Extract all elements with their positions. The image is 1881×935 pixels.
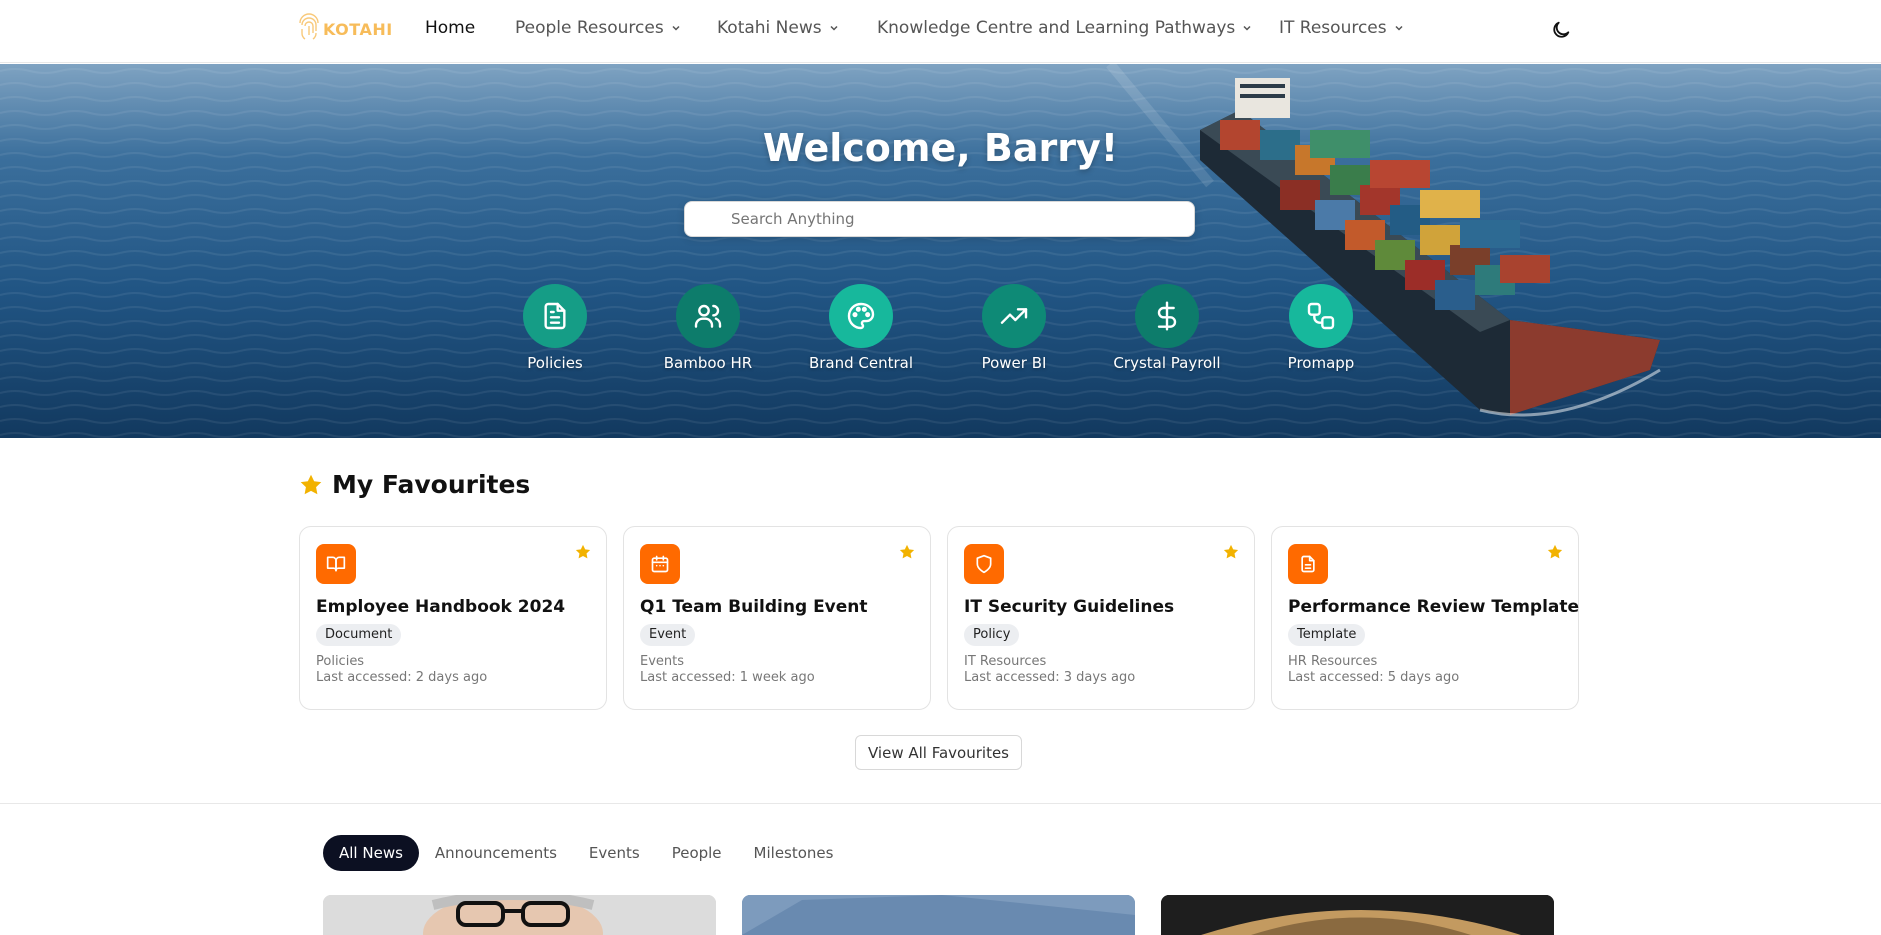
card-last-accessed: Last accessed: 3 days ago	[964, 670, 1136, 685]
chevron-down-icon	[672, 25, 680, 31]
shortcut-label: Policies	[527, 354, 583, 372]
shortcut-promapp[interactable]: Promapp	[1251, 284, 1391, 372]
nav-home-label: Home	[425, 18, 476, 38]
news-tabs: All News Announcements Events People Mil…	[323, 835, 849, 871]
star-icon[interactable]	[574, 543, 592, 561]
nav-it-resources-label: IT Resources	[1279, 18, 1387, 38]
nav-people-resources[interactable]: People Resources	[515, 18, 681, 38]
shortcut-circle	[1135, 284, 1199, 348]
card-tag: Policy	[964, 624, 1020, 646]
card-title: Performance Review Template	[1288, 597, 1580, 617]
search-input[interactable]	[684, 201, 1195, 237]
users-icon	[694, 304, 722, 328]
shield-icon	[976, 554, 992, 574]
card-title: IT Security Guidelines	[964, 597, 1175, 617]
shortcut-crystal-payroll[interactable]: Crystal Payroll	[1097, 284, 1237, 372]
hero-banner: Welcome, Barry! Policies Bamboo HR Brand…	[0, 64, 1881, 438]
shortcut-label: Promapp	[1287, 354, 1355, 372]
shortcut-circle	[523, 284, 587, 348]
card-tag: Document	[316, 624, 402, 646]
chevron-down-icon	[830, 25, 838, 31]
fingerprint-icon	[299, 13, 319, 40]
favourite-card[interactable]: IT Security Guidelines Policy IT Resourc…	[947, 526, 1255, 710]
favourite-card[interactable]: Employee Handbook 2024 Document Policies…	[299, 526, 607, 710]
calendar-icon	[651, 555, 669, 573]
nav-knowledge-centre-label: Knowledge Centre and Learning Pathways	[877, 18, 1236, 38]
card-icon-box	[640, 544, 680, 584]
section-divider	[0, 803, 1881, 804]
card-category: HR Resources	[1288, 654, 1378, 669]
shortcut-label: Brand Central	[808, 354, 914, 372]
file-text-icon	[1301, 555, 1315, 573]
view-all-favourites-button[interactable]: View All Favourites	[855, 735, 1022, 770]
card-last-accessed: Last accessed: 5 days ago	[1288, 670, 1460, 685]
nav-people-resources-label: People Resources	[515, 18, 664, 38]
tab-people[interactable]: People	[656, 835, 738, 871]
card-category: Policies	[316, 654, 365, 669]
favourites-heading: My Favourites	[298, 470, 530, 499]
nav-it-resources[interactable]: IT Resources	[1279, 18, 1404, 38]
card-tag: Event	[640, 624, 696, 646]
nav-home[interactable]: Home	[425, 18, 475, 38]
logo-text: KOTAHI	[323, 19, 393, 39]
top-navbar: KOTAHI Home People Resources Kotahi News…	[0, 0, 1881, 63]
news-card-image[interactable]	[323, 895, 716, 935]
card-category: IT Resources	[964, 654, 1047, 669]
star-icon	[300, 474, 322, 494]
card-title: Q1 Team Building Event	[640, 597, 868, 617]
card-icon-box	[1288, 544, 1328, 584]
nav-kotahi-news[interactable]: Kotahi News	[717, 18, 839, 38]
palette-icon	[847, 302, 875, 330]
person-glasses-image	[323, 895, 716, 935]
logo[interactable]: KOTAHI	[298, 13, 393, 45]
tab-events[interactable]: Events	[573, 835, 656, 871]
shortcut-circle	[829, 284, 893, 348]
card-tag: Template	[1288, 624, 1366, 646]
trending-up-icon	[1000, 308, 1028, 324]
news-card-image[interactable]	[742, 895, 1135, 935]
shortcut-power-bi[interactable]: Power BI	[944, 284, 1084, 372]
card-icon-box	[964, 544, 1004, 584]
shortcut-policies[interactable]: Policies	[485, 284, 625, 372]
card-icon-box	[316, 544, 356, 584]
star-icon[interactable]	[898, 543, 916, 561]
star-icon[interactable]	[1546, 543, 1564, 561]
workflow-icon	[1307, 302, 1335, 330]
favourite-card[interactable]: Q1 Team Building Event Event Events Last…	[623, 526, 931, 710]
shortcut-circle	[676, 284, 740, 348]
building-image	[742, 895, 1135, 935]
chevron-down-icon	[1243, 25, 1251, 31]
shortcut-label: Bamboo HR	[663, 354, 753, 372]
card-last-accessed: Last accessed: 2 days ago	[316, 670, 488, 685]
book-open-icon	[326, 556, 346, 572]
star-icon[interactable]	[1222, 543, 1240, 561]
shortcut-circle	[1289, 284, 1353, 348]
shortcut-circle	[982, 284, 1046, 348]
nav-knowledge-centre[interactable]: Knowledge Centre and Learning Pathways	[877, 18, 1252, 38]
nav-kotahi-news-label: Kotahi News	[717, 18, 822, 38]
card-category: Events	[640, 654, 685, 669]
tab-milestones[interactable]: Milestones	[738, 835, 850, 871]
favourite-card[interactable]: Performance Review Template Template HR …	[1271, 526, 1579, 710]
shortcut-label: Power BI	[981, 354, 1047, 372]
moon-icon[interactable]	[1550, 19, 1572, 41]
welcome-heading: Welcome, Barry!	[762, 126, 1119, 170]
dollar-icon	[1157, 301, 1177, 331]
document-icon	[544, 302, 566, 330]
shortcut-label: Crystal Payroll	[1113, 354, 1221, 372]
tab-all-news[interactable]: All News	[323, 835, 419, 871]
cargo-ship-image	[1200, 78, 1661, 417]
favourites-title: My Favourites	[332, 470, 531, 499]
chevron-down-icon	[1395, 25, 1403, 31]
ceiling-image	[1161, 895, 1554, 935]
card-title: Employee Handbook 2024	[316, 597, 566, 617]
shortcut-bamboo-hr[interactable]: Bamboo HR	[638, 284, 778, 372]
shortcut-brand-central[interactable]: Brand Central	[791, 284, 931, 372]
news-card-image[interactable]	[1161, 895, 1554, 935]
tab-announcements[interactable]: Announcements	[419, 835, 573, 871]
card-last-accessed: Last accessed: 1 week ago	[640, 670, 815, 685]
